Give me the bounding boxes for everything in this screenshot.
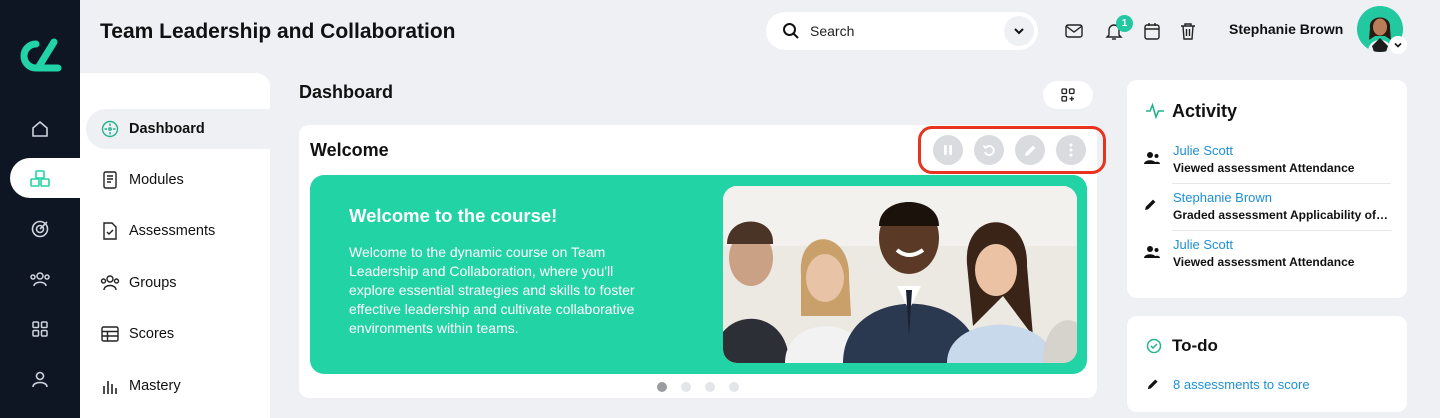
trash-icon[interactable] <box>1177 20 1199 42</box>
activity-text: Viewed assessment Attendance <box>1173 255 1355 269</box>
rail-modules-cubes-icon[interactable] <box>22 161 58 197</box>
table-icon <box>100 324 120 344</box>
carousel-dot[interactable] <box>729 382 739 392</box>
carousel-dot[interactable] <box>705 382 715 392</box>
divider <box>1172 230 1391 231</box>
sidebar-item-label: Dashboard <box>129 121 205 137</box>
pause-button[interactable] <box>933 135 963 165</box>
sidebar-item-label: Modules <box>129 172 184 188</box>
sidebar-item-modules[interactable]: Modules <box>86 160 270 200</box>
app-logo[interactable] <box>14 36 66 76</box>
banner-text: Welcome to the dynamic course on Team Le… <box>349 244 635 336</box>
search-dropdown-button[interactable] <box>1004 16 1034 46</box>
user-name[interactable]: Stephanie Brown <box>1229 21 1343 37</box>
widget-title: Welcome <box>310 140 389 160</box>
banner-heading: Welcome to the course! <box>349 205 558 226</box>
calendar-icon[interactable] <box>1141 20 1163 42</box>
activity-text: Viewed assessment Attendance <box>1173 161 1355 175</box>
document-icon <box>100 221 120 241</box>
sidebar-item-scores[interactable]: Scores <box>86 314 270 354</box>
search-input[interactable]: Search <box>810 23 854 39</box>
sidebar-item-assessments[interactable]: Assessments <box>86 211 270 251</box>
todo-widget <box>1127 316 1407 412</box>
rail-target-icon[interactable] <box>22 211 58 247</box>
rail-home-icon[interactable] <box>22 111 58 147</box>
pencil-icon <box>1147 379 1158 390</box>
chevron-down-icon <box>1394 42 1402 48</box>
sidebar-item-mastery[interactable]: Mastery <box>86 366 270 406</box>
notification-badge: 1 <box>1116 15 1133 32</box>
carousel-dot[interactable] <box>657 382 667 392</box>
carousel-dot[interactable] <box>681 382 691 392</box>
app-rail <box>0 0 80 418</box>
edit-button[interactable] <box>1015 135 1045 165</box>
rail-users-icon[interactable] <box>22 261 58 297</box>
book-icon <box>100 170 120 190</box>
account-menu-button[interactable] <box>1389 36 1407 54</box>
pause-icon <box>944 145 952 155</box>
page-title: Team Leadership and Collaboration <box>100 20 456 43</box>
mail-icon[interactable] <box>1063 20 1085 42</box>
sidebar-item-label: Assessments <box>129 223 216 239</box>
user-view-icon <box>1144 246 1160 258</box>
activity-text: Graded assessment Applicability of Laws <box>1173 208 1391 222</box>
rail-grid-icon[interactable] <box>22 311 58 347</box>
divider <box>1172 183 1391 184</box>
check-circle-icon <box>1146 338 1162 354</box>
compass-icon <box>100 119 120 139</box>
sidebar-item-label: Mastery <box>129 378 181 394</box>
activity-user-link[interactable]: Julie Scott <box>1173 143 1233 158</box>
reset-button[interactable] <box>974 135 1004 165</box>
section-title: Dashboard <box>299 82 394 102</box>
activity-user-link[interactable]: Julie Scott <box>1173 237 1233 252</box>
grid-plus-icon <box>1061 88 1075 102</box>
activity-pulse-icon <box>1146 102 1164 120</box>
bar-chart-icon <box>100 376 120 396</box>
rail-profile-icon[interactable] <box>22 361 58 397</box>
users-icon <box>100 273 120 293</box>
user-view-icon <box>1144 152 1160 164</box>
banner-image <box>723 186 1077 363</box>
carousel-pagination <box>657 382 739 392</box>
sidebar-item-label: Scores <box>129 326 175 342</box>
sidebar-item-label: Groups <box>129 275 177 291</box>
undo-icon <box>982 144 995 156</box>
add-widget-button[interactable] <box>1043 81 1093 109</box>
activity-title: Activity <box>1172 101 1238 121</box>
pencil-icon <box>1145 199 1156 210</box>
more-options-button[interactable] <box>1056 135 1086 165</box>
pencil-icon <box>1024 145 1035 156</box>
sidebar-item-dashboard[interactable]: Dashboard <box>86 109 270 149</box>
kebab-menu-icon <box>1069 143 1073 157</box>
activity-user-link[interactable]: Stephanie Brown <box>1173 190 1272 205</box>
chevron-down-icon <box>1014 28 1024 35</box>
sidebar: Dashboard Modules Assessments Groups Sco… <box>80 73 270 418</box>
search-icon <box>783 23 799 39</box>
sidebar-item-groups[interactable]: Groups <box>86 263 270 303</box>
search-box[interactable]: Search <box>766 12 1038 50</box>
todo-link[interactable]: 8 assessments to score <box>1173 377 1310 392</box>
todo-title: To-do <box>1172 336 1218 355</box>
